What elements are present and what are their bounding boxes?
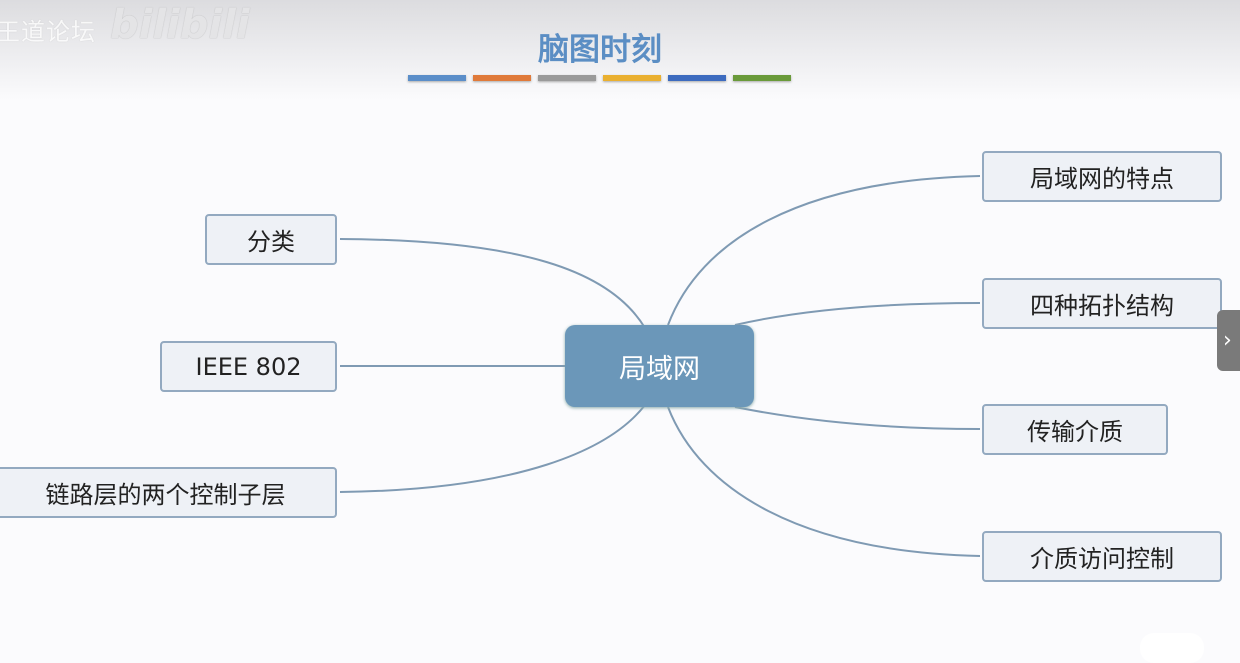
node-ieee-802[interactable]: IEEE 802	[160, 341, 337, 392]
node-transmission-media[interactable]: 传输介质	[982, 404, 1168, 455]
node-label: 介质访问控制	[1030, 545, 1174, 573]
central-node-label: 局域网	[619, 353, 700, 385]
connector-mac	[667, 406, 981, 557]
node-label: 局域网的特点	[1030, 165, 1174, 193]
connector-link-layer	[339, 404, 646, 493]
next-page-button[interactable]: ›	[1217, 310, 1240, 371]
node-media-access-control[interactable]: 介质访问控制	[982, 531, 1222, 582]
node-label: IEEE 802	[195, 352, 302, 381]
chevron-right-icon: ›	[1223, 328, 1232, 353]
connector-topology	[734, 302, 981, 326]
node-link-layer-sublayers[interactable]: 链路层的两个控制子层	[0, 467, 337, 518]
node-label: 分类	[247, 228, 295, 256]
connector-media	[734, 406, 981, 430]
node-topologies[interactable]: 四种拓扑结构	[982, 278, 1222, 329]
node-label: 四种拓扑结构	[1030, 292, 1174, 320]
node-lan-features[interactable]: 局域网的特点	[982, 151, 1222, 202]
connector-fenlei	[339, 238, 646, 329]
node-fenlei[interactable]: 分类	[205, 214, 337, 265]
tv-mascot-icon	[1140, 633, 1204, 663]
node-label: 传输介质	[1027, 418, 1123, 446]
central-node[interactable]: 局域网	[565, 325, 754, 407]
node-label: 链路层的两个控制子层	[45, 481, 286, 509]
